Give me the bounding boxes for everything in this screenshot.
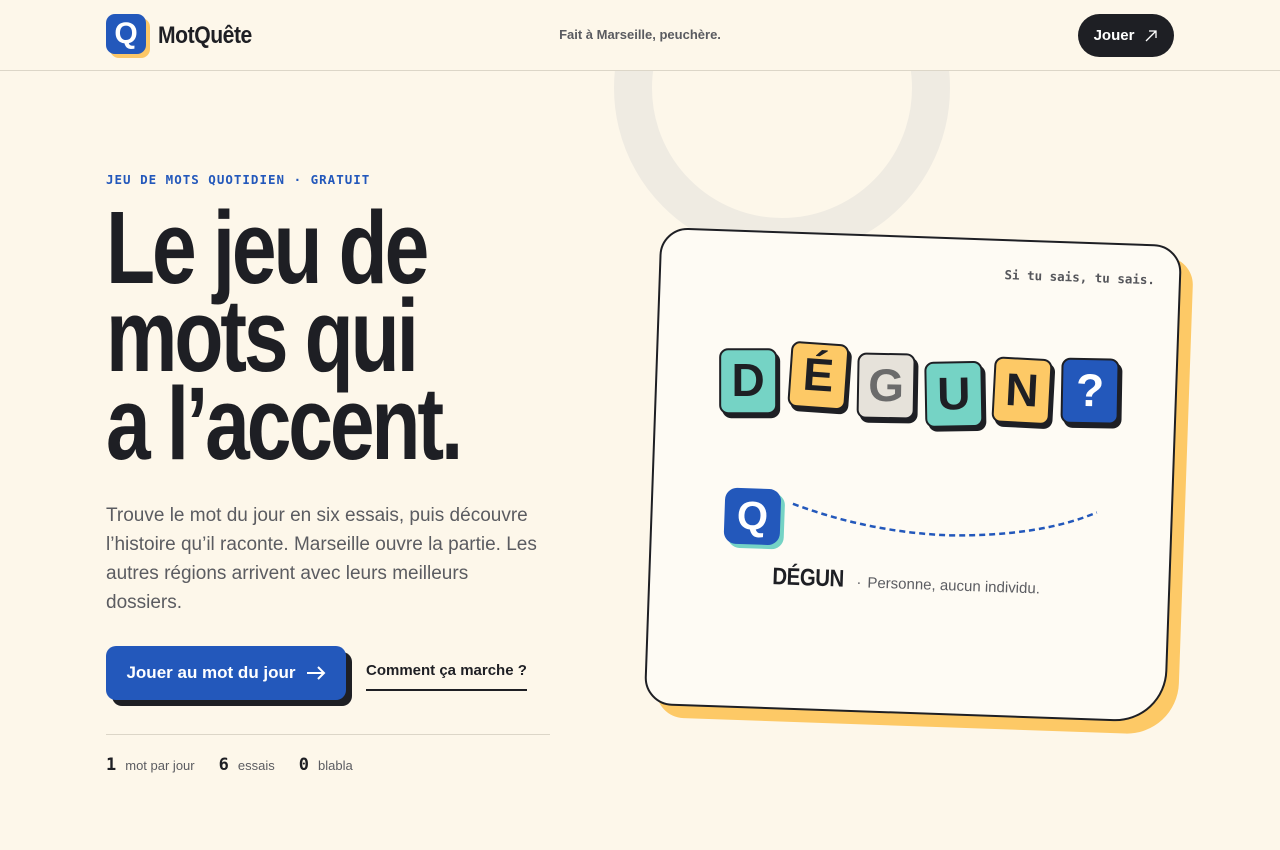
card-note: Si tu sais, tu sais.	[1004, 267, 1156, 288]
stats-divider	[106, 734, 550, 735]
tile-face: É	[787, 340, 850, 411]
letter-tile: G	[856, 352, 919, 424]
stat-label: mot par jour	[125, 758, 195, 773]
play-daily-word-button[interactable]: Jouer au mot du jour	[106, 646, 346, 700]
mascot-letter: Q	[723, 487, 782, 546]
letter-tile: ?	[1060, 357, 1123, 429]
site-header: Q MotQuête Fait à Marseille, peuchère. J…	[0, 0, 1280, 71]
tile-face: G	[856, 352, 916, 420]
stat-label: essais	[237, 758, 275, 773]
word-definition: DÉGUN · Personne, aucun individu.	[772, 563, 1041, 600]
cta-container: Jouer au mot du jour	[106, 646, 352, 706]
word-preview-card: Si tu sais, tu sais. D É G U N ? Q DÉGUN…	[643, 227, 1194, 736]
stat-blabla: 0 blabla	[299, 755, 353, 775]
arrow-right-icon	[306, 666, 325, 680]
stat-label: blabla	[317, 758, 353, 773]
headline-line-3: a l’accent.	[106, 366, 463, 481]
letter-tiles: D É G U N ?	[718, 340, 1124, 432]
definition-text: Personne, aucun individu.	[867, 574, 1041, 598]
tile-face: N	[991, 356, 1053, 426]
mascot-logo-icon: Q	[723, 487, 786, 550]
how-it-works-link[interactable]: Comment ça marche ?	[366, 662, 527, 691]
cta-label: Jouer au mot du jour	[126, 663, 296, 682]
letter-tile: D	[719, 348, 781, 419]
hero-intro: Trouve le mot du jour en six essais, pui…	[106, 505, 537, 613]
letter-tile: N	[991, 356, 1056, 430]
stat-value: 0	[298, 755, 309, 775]
hero-eyebrow: JEU DE MOTS QUOTIDIEN · GRATUIT	[106, 172, 371, 187]
tile-face: D	[719, 348, 778, 415]
tile-face: ?	[1060, 357, 1120, 425]
stat-words-per-day: 1 mot par jour	[106, 755, 195, 775]
definition-word: DÉGUN	[771, 563, 845, 593]
header-play-button[interactable]: Jouer	[1078, 14, 1174, 57]
stat-value: 1	[106, 755, 117, 775]
letter-tile: É	[787, 340, 853, 415]
stat-attempts: 6 essais	[219, 755, 275, 775]
stat-value: 6	[218, 755, 229, 775]
arrow-up-right-icon	[1145, 29, 1158, 41]
letter-tile: U	[924, 360, 987, 432]
header-play-label: Jouer	[1093, 27, 1135, 44]
card-body: Si tu sais, tu sais. D É G U N ? Q DÉGUN…	[643, 227, 1183, 723]
tile-face: U	[924, 360, 984, 428]
dashed-curve-line	[792, 502, 1098, 537]
stats-row: 1 mot par jour 6 essais 0 blabla	[106, 755, 353, 775]
definition-separator: ·	[856, 574, 862, 592]
hero-headline: Le jeu de mots qui a l’accent.	[106, 196, 512, 481]
landing-page: Q MotQuête Fait à Marseille, peuchère. J…	[0, 0, 1280, 850]
